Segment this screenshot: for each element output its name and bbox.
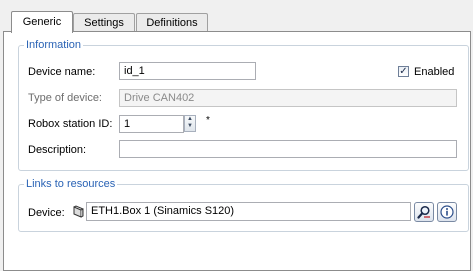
device-name-value: id_1 xyxy=(124,65,145,77)
station-id-stepper[interactable]: ▲ ▼ xyxy=(184,115,196,132)
station-id-value: 1 xyxy=(124,118,131,130)
tab-settings[interactable]: Settings xyxy=(73,13,135,32)
type-of-device-value: Drive CAN402 xyxy=(124,92,195,104)
tab-label: Definitions xyxy=(146,17,198,29)
chevron-up-icon[interactable]: ▲ xyxy=(185,116,195,123)
device-link-value: ETH1.Box 1 (Sinamics S120) xyxy=(91,205,235,217)
device-name-input[interactable]: id_1 xyxy=(119,62,256,80)
description-label: Description: xyxy=(28,144,87,156)
station-id-label: Robox station ID: xyxy=(28,118,113,130)
chevron-down-icon[interactable]: ▼ xyxy=(185,123,195,130)
tab-definitions[interactable]: Definitions xyxy=(136,13,208,32)
device-name-label: Device name: xyxy=(28,66,96,78)
device-icon xyxy=(71,205,85,219)
type-of-device-label: Type of device: xyxy=(28,92,102,104)
type-of-device-field: Drive CAN402 xyxy=(119,89,457,107)
device-link-label: Device: xyxy=(28,207,65,219)
device-link-field[interactable]: ETH1.Box 1 (Sinamics S120) xyxy=(86,202,411,221)
magnifier-icon xyxy=(417,205,430,219)
tab-label: Settings xyxy=(84,17,124,29)
enabled-label: Enabled xyxy=(414,66,455,78)
tab-label: Generic xyxy=(22,16,62,28)
description-input[interactable] xyxy=(119,140,457,158)
enabled-checkbox[interactable]: ✓ xyxy=(398,66,409,77)
checkmark-icon: ✓ xyxy=(399,66,408,77)
required-marker: * xyxy=(206,115,210,126)
info-icon xyxy=(440,205,454,219)
information-group-title: Information xyxy=(24,38,84,52)
tab-generic[interactable]: Generic xyxy=(11,11,73,33)
links-group-title: Links to resources xyxy=(24,177,118,191)
device-info-button[interactable] xyxy=(437,202,457,222)
browse-device-button[interactable] xyxy=(414,202,434,222)
station-id-input[interactable]: 1 xyxy=(119,115,184,133)
